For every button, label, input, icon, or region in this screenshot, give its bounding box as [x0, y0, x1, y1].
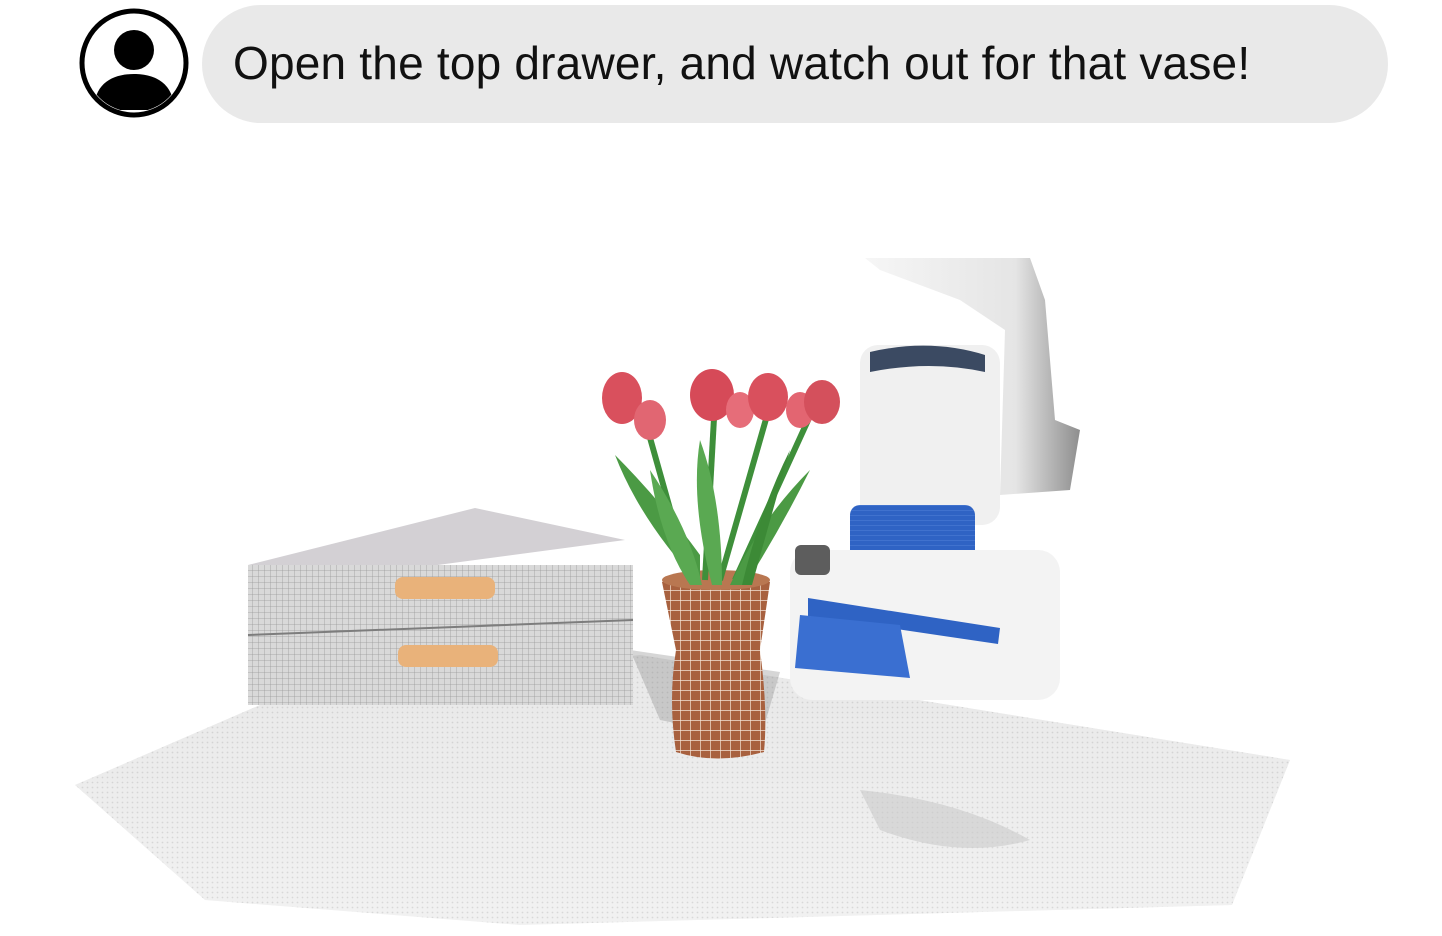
vase — [662, 570, 770, 759]
page: Open the top drawer, and watch out for t… — [0, 0, 1442, 936]
drawer-cabinet — [247, 508, 634, 705]
user-avatar-icon — [79, 8, 189, 118]
message-text: Open the top drawer, and watch out for t… — [233, 37, 1251, 89]
user-avatar — [78, 6, 190, 120]
point-cloud-scene — [0, 180, 1442, 936]
message-bubble: Open the top drawer, and watch out for t… — [202, 5, 1388, 123]
robot-gripper — [790, 258, 1080, 700]
scene-illustration — [75, 258, 1290, 925]
